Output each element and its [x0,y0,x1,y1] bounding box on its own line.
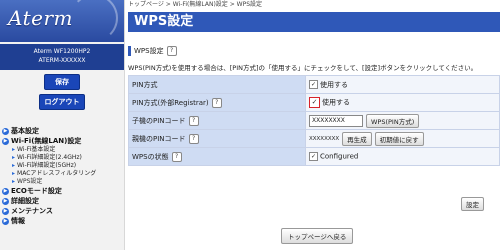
sidebar-item-wifi-basic[interactable]: Wi-Fi基本設定 [2,146,122,154]
sidebar-item-wps[interactable]: WPS設定 [2,178,122,186]
back-to-top-button[interactable]: トップページへ戻る [281,228,354,244]
table-row: 親機のPINコード? XXXXXXXX 再生成 初期値に戻す [128,129,500,148]
chevron-right-icon: ▶ [2,207,9,215]
chevron-right-icon: ▶ [2,217,9,225]
help-icon[interactable]: ? [188,115,199,126]
wps-state-label: WPSの状態 [132,152,169,161]
logo-swirl [70,0,118,42]
help-icon[interactable]: ? [188,133,199,144]
description-text: WPS(PIN方式)を使用する場合は、[PIN方式]の「使用する」にチェックをし… [128,64,478,72]
chevron-right-icon: ▶ [2,127,9,135]
breadcrumb-current: WPS設定 [236,1,263,8]
sidebar-item-mac-filter[interactable]: MACアドレスフィルタリング [2,170,122,178]
sidebar-item-info[interactable]: ▶ 情報 [2,216,122,226]
wps-state-value: Configured [320,152,359,161]
child-pin-label: 子機のPINコード [132,116,186,125]
device-id: ATERM-XXXXXX [38,57,86,64]
model-name: Aterm WF1200HP2 [33,48,91,55]
chevron-right-icon: ▶ [2,137,9,145]
aterm-logo: Aterm [0,0,124,42]
sidebar: Aterm Aterm WF1200HP2 ATERM-XXXXXX 保存 ログ… [0,0,125,250]
set-button[interactable]: 設定 [461,197,484,211]
sidebar-item-wifi-24[interactable]: Wi-Fi詳細設定(2.4GHz) [2,154,122,162]
table-row: PIN方式 ✓ 使用する [128,75,500,94]
breadcrumb: トップページ > Wi-Fi(無線LAN)設定 > WPS設定 [128,1,263,8]
chevron-right-icon: ▶ [2,197,9,205]
table-row: PIN方式(外部Registrar)? ✓ 使用する [128,93,500,112]
section-title: WPS設定 [134,47,164,55]
sidebar-item-wifi-5[interactable]: Wi-Fi詳細設定(5GHz) [2,162,122,170]
chevron-right-icon: ▶ [2,187,9,195]
breadcrumb-wifi[interactable]: Wi-Fi(無線LAN)設定 [173,1,228,8]
sidebar-nav: ▶基本設定 ▶Wi-Fi(無線LAN)設定 Wi-Fi基本設定 Wi-Fi詳細設… [2,126,122,226]
parent-pin-label: 親機のPINコード [132,134,186,143]
section-header: WPS設定 ? [128,46,500,56]
sidebar-item-eco[interactable]: ▶ ECOモード設定 [2,186,122,196]
help-icon[interactable]: ? [211,97,222,108]
table-row: 子機のPINコード? XXXXXXXX WPS(PIN方式) [128,111,500,130]
wps-pin-button[interactable]: WPS(PIN方式) [366,113,420,128]
regenerate-button[interactable]: 再生成 [342,131,372,146]
sidebar-item-wifi[interactable]: ▶ Wi-Fi(無線LAN)設定 [2,136,122,146]
pin-method-label: PIN方式 [132,80,158,89]
page-title: WPS設定 [128,12,500,32]
child-pin-input[interactable]: XXXXXXXX [309,114,363,127]
help-icon[interactable]: ? [166,46,177,56]
main-content: トップページ > Wi-Fi(無線LAN)設定 > WPS設定 WPS設定 WP… [128,0,500,250]
pin-external-checkbox[interactable]: ✓ [309,97,320,108]
reset-default-button[interactable]: 初期値に戻す [374,131,424,146]
sidebar-item-advanced[interactable]: ▶ 詳細設定 [2,196,122,206]
sidebar-item-maintenance[interactable]: ▶ メンテナンス [2,206,122,216]
save-button[interactable]: 保存 [44,74,80,90]
pin-external-label: PIN方式(外部Registrar) [132,98,209,107]
sidebar-item-basic[interactable]: ▶ 基本設定 [2,126,122,136]
logout-button[interactable]: ログアウト [39,94,85,110]
section-marker [128,46,131,56]
model-info: Aterm WF1200HP2 ATERM-XXXXXX [0,44,124,70]
table-row: WPSの状態? ✓ Configured [128,147,500,166]
wps-state-checkbox[interactable]: ✓ [309,152,318,161]
breadcrumb-top[interactable]: トップページ [128,1,164,8]
logo-text: Aterm [8,6,73,30]
parent-pin-value: XXXXXXXX [309,135,340,142]
pin-method-checkbox[interactable]: ✓ [309,80,318,89]
pin-external-value: 使用する [322,98,350,107]
help-icon[interactable]: ? [171,151,182,162]
pin-method-value: 使用する [320,80,348,89]
wps-settings-table: PIN方式 ✓ 使用する PIN方式(外部Registrar)? ✓ 使用する 子機… [128,75,500,166]
